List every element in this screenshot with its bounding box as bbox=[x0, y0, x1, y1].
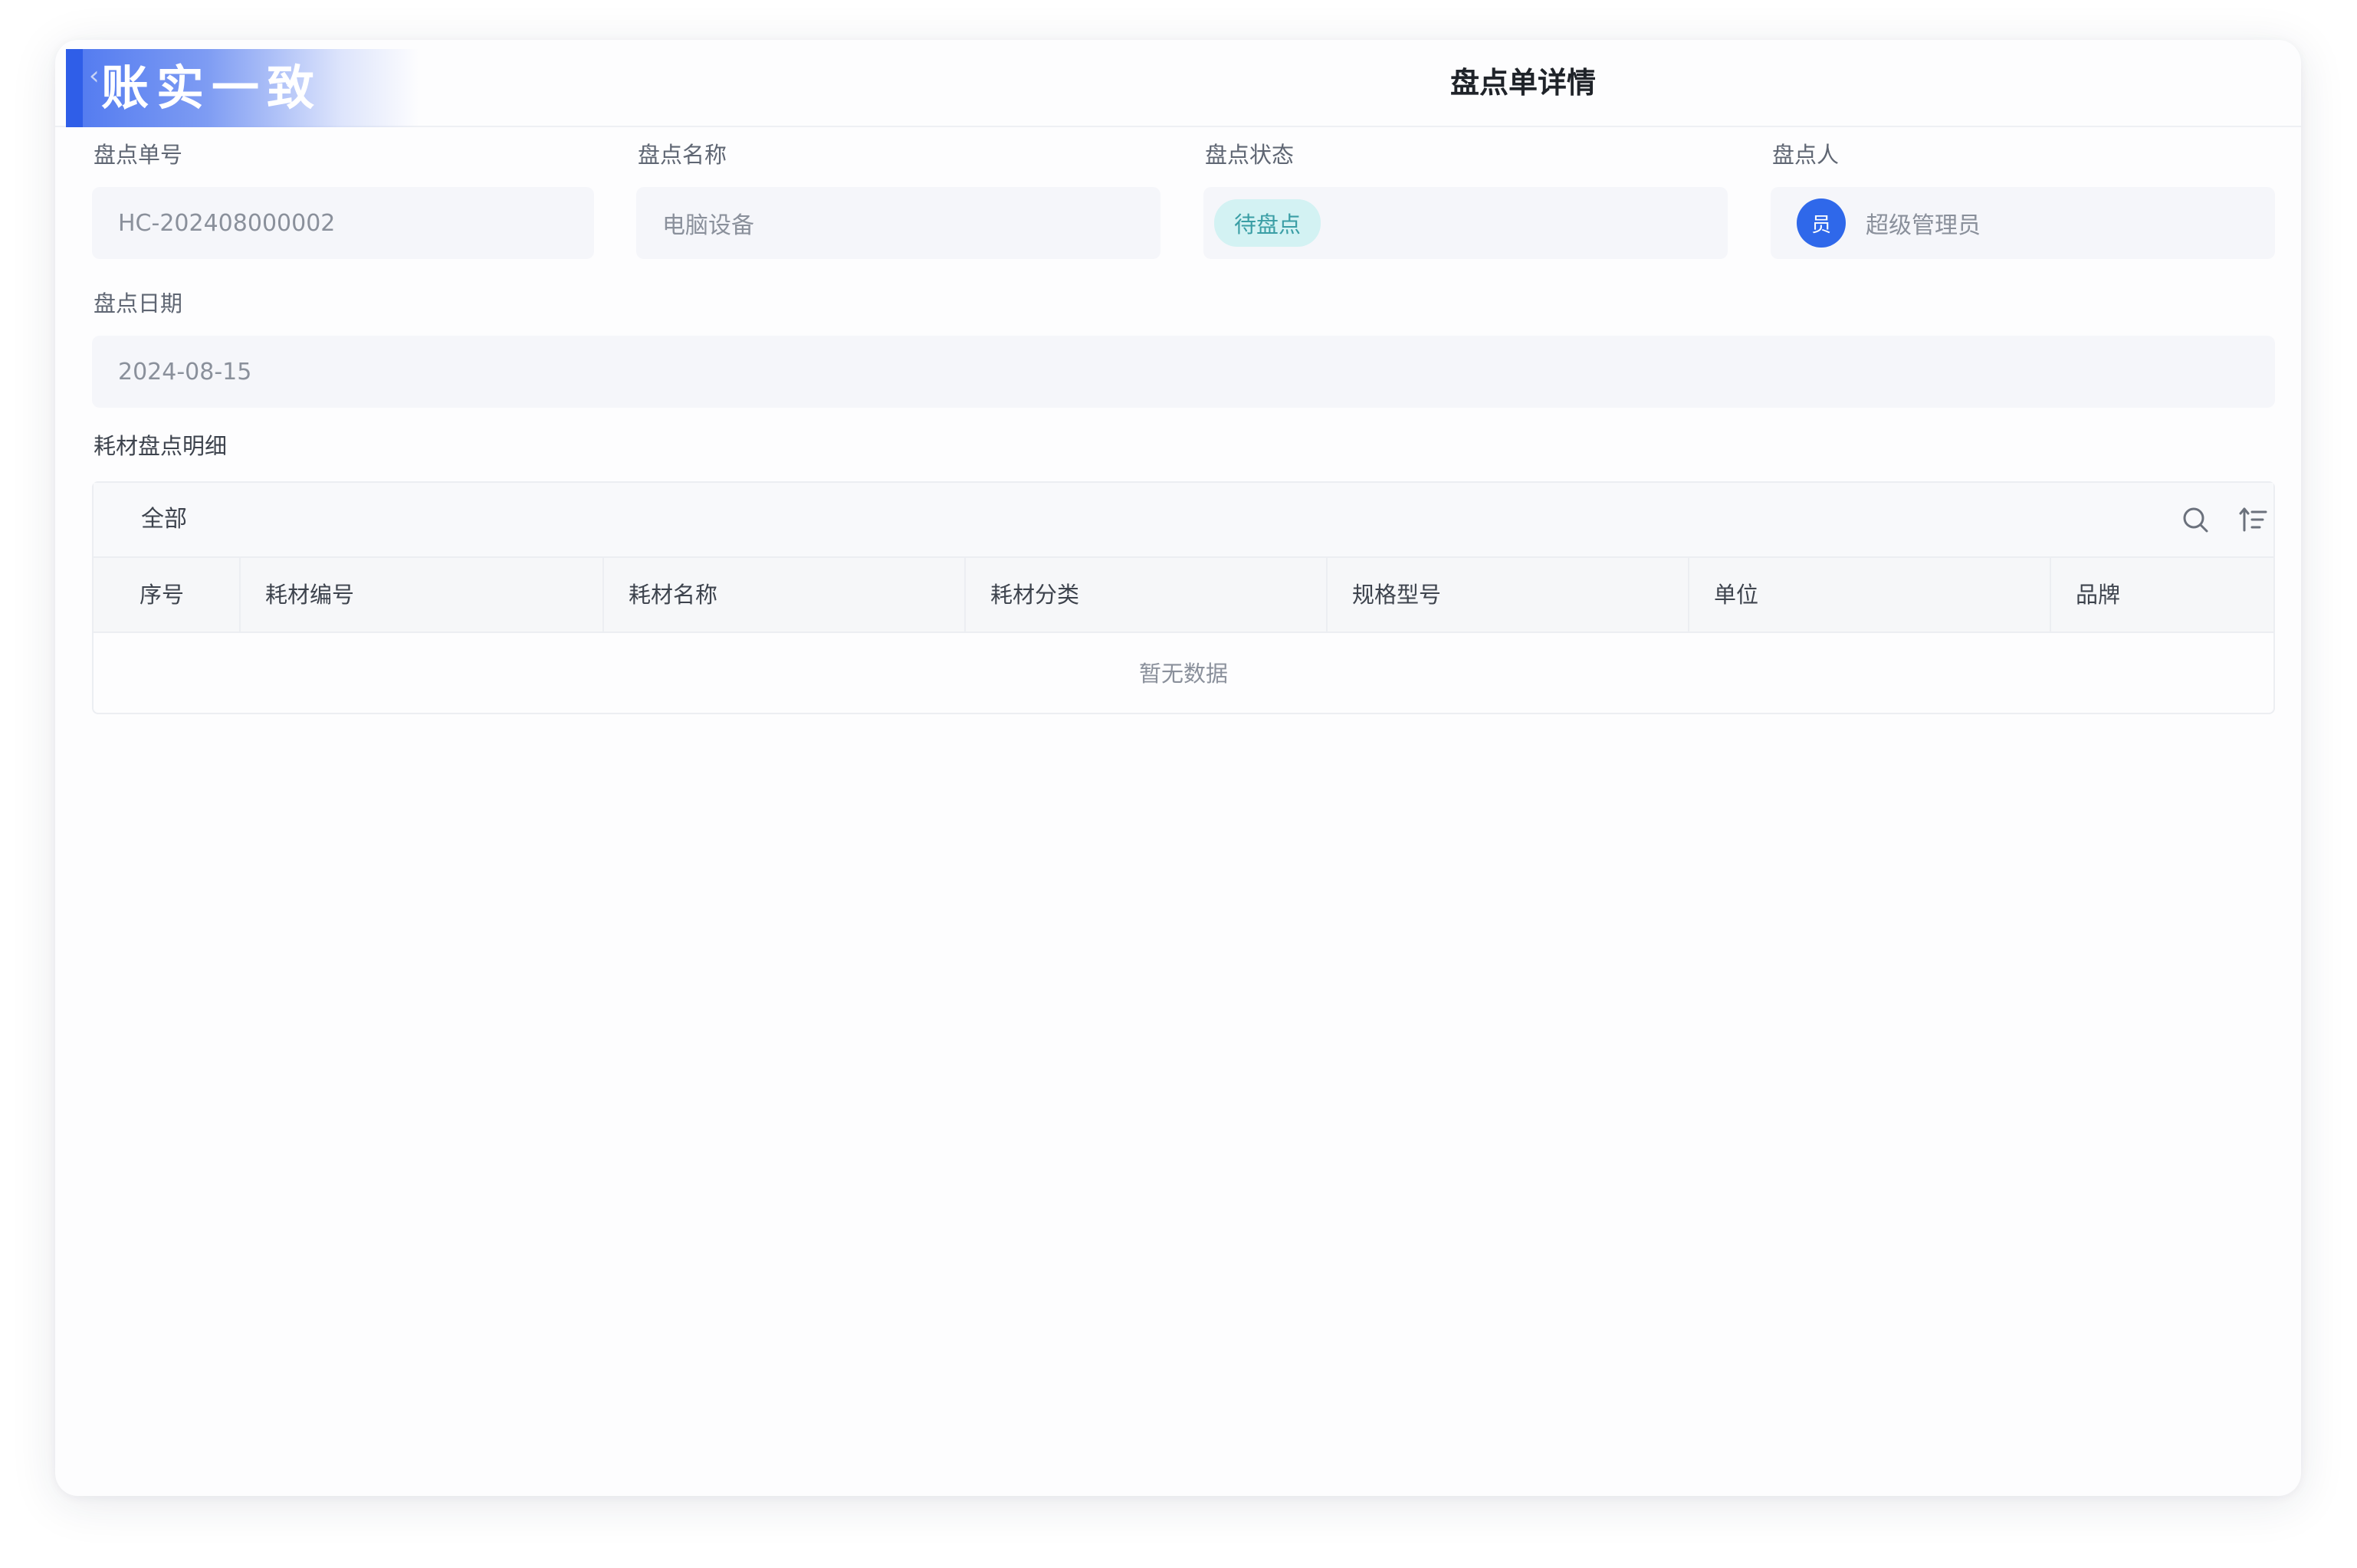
detail-section-title: 耗材盘点明细 bbox=[94, 433, 228, 459]
column-header-spec: 规格型号 bbox=[1352, 582, 1442, 608]
order-no-label: 盘点单号 bbox=[94, 142, 183, 168]
name-value: 电脑设备 bbox=[662, 212, 754, 239]
column-header-category: 耗材分类 bbox=[990, 582, 1080, 608]
operator-field: 员 超级管理员 bbox=[1771, 187, 2275, 259]
order-no-field: HC-202408000002 bbox=[92, 187, 594, 259]
name-field: 电脑设备 bbox=[636, 187, 1160, 259]
date-label: 盘点日期 bbox=[94, 290, 183, 317]
status-badge: 待盘点 bbox=[1214, 199, 1321, 247]
filter-tab-all[interactable]: 全部 bbox=[141, 503, 187, 536]
status-label: 盘点状态 bbox=[1205, 142, 1295, 168]
column-header-unit: 单位 bbox=[1714, 582, 1759, 608]
top-bar: ‹ 账实一致 盘点单详情 bbox=[55, 40, 2301, 127]
date-field: 2024-08-15 bbox=[92, 336, 2275, 408]
detail-panel: ‹ 账实一致 盘点单详情 盘点单号 HC-202408000002 盘点名称 电… bbox=[55, 40, 2301, 1496]
column-header-name: 耗材名称 bbox=[629, 582, 718, 608]
table-toolbar: 全部 bbox=[94, 483, 2273, 558]
avatar: 员 bbox=[1797, 198, 1846, 248]
column-header-code: 耗材编号 bbox=[265, 582, 355, 608]
name-label: 盘点名称 bbox=[638, 142, 727, 168]
date-value: 2024-08-15 bbox=[118, 358, 252, 385]
brand-watermark: 账实一致 bbox=[101, 60, 323, 116]
detail-table: 全部 序号 耗材编号 耗材名称 耗材分类 规格型号 单位 品牌 暂无数据 bbox=[92, 481, 2275, 714]
empty-state: 暂无数据 bbox=[1138, 661, 1228, 687]
table-header: 序号 耗材编号 耗材名称 耗材分类 规格型号 单位 品牌 bbox=[94, 558, 2273, 633]
status-field: 待盘点 bbox=[1203, 187, 1728, 259]
operator-label: 盘点人 bbox=[1772, 142, 1840, 168]
column-header-brand: 品牌 bbox=[2076, 582, 2121, 608]
search-icon[interactable] bbox=[2178, 503, 2212, 536]
page-title: 盘点单详情 bbox=[1450, 66, 1597, 100]
column-header-index: 序号 bbox=[140, 582, 185, 608]
operator-value: 超级管理员 bbox=[1866, 212, 1981, 239]
back-chevron-icon[interactable]: ‹ bbox=[89, 63, 100, 89]
order-no-value: HC-202408000002 bbox=[118, 209, 336, 237]
sort-icon[interactable] bbox=[2237, 503, 2270, 536]
brand-stripe bbox=[66, 49, 83, 127]
